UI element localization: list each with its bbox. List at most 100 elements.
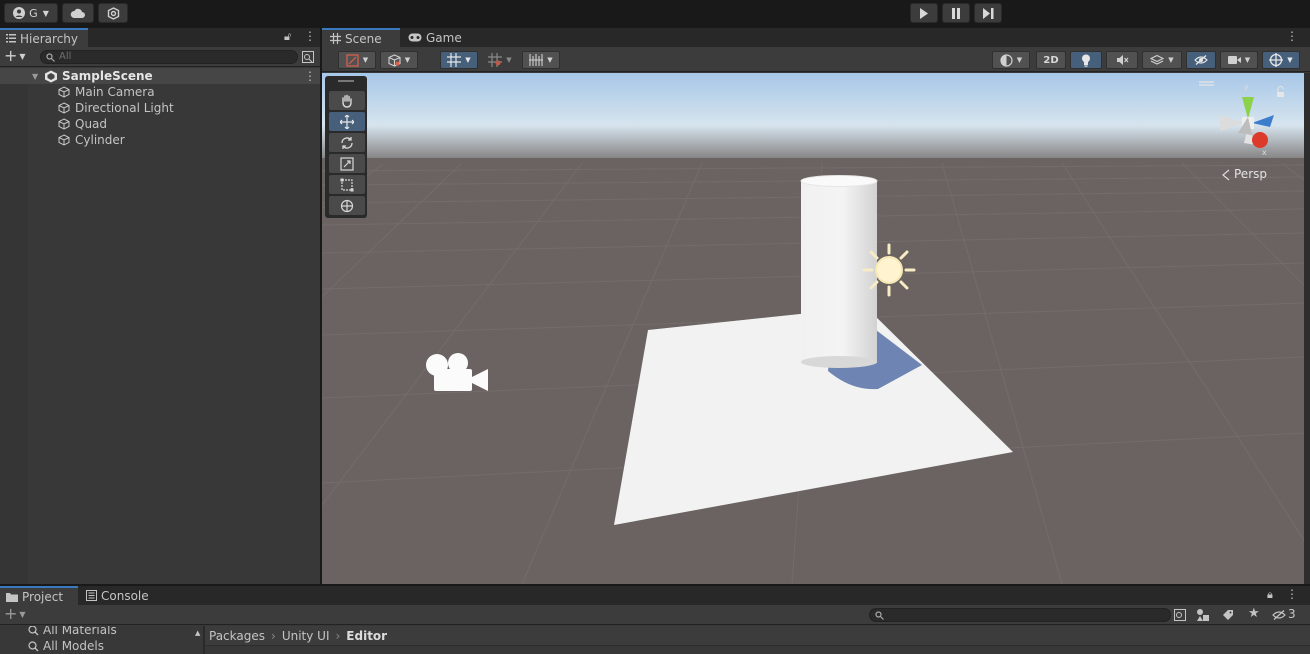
- account-dropdown[interactable]: G ▼: [4, 3, 58, 23]
- search-icon: [28, 626, 39, 635]
- search-filter-icon[interactable]: [1174, 609, 1186, 621]
- breadcrumb-item[interactable]: Packages: [209, 629, 265, 643]
- camera-settings-dropdown[interactable]: ▼: [1220, 51, 1258, 69]
- lock-icon[interactable]: 🔒︎: [1267, 588, 1273, 602]
- eye-hidden-icon: [1194, 55, 1208, 65]
- toggle-2d-button[interactable]: 2D: [1036, 51, 1066, 69]
- breadcrumb: Packages › Unity UI › Editor: [205, 626, 1310, 646]
- tool-palette: [325, 76, 367, 218]
- lock-icon[interactable]: 🔓︎: [284, 30, 291, 44]
- pause-icon: [952, 7, 960, 19]
- gizmos-dropdown[interactable]: ▼: [1262, 51, 1300, 69]
- eye-hidden-icon[interactable]: [1272, 610, 1286, 620]
- filter-by-type-icon[interactable]: [1196, 608, 1210, 622]
- search-icon: [875, 611, 884, 620]
- hidden-objects-toggle[interactable]: [1186, 51, 1216, 69]
- move-tool-button[interactable]: [329, 112, 365, 131]
- favorite-star-icon[interactable]: ★: [1248, 606, 1260, 621]
- step-button[interactable]: [974, 3, 1002, 23]
- chevron-down-icon: ▼: [506, 56, 512, 64]
- collab-button[interactable]: [98, 3, 128, 23]
- scene-render: y x: [322, 73, 1304, 584]
- kebab-menu-icon[interactable]: ⋮: [1286, 29, 1298, 43]
- scene-name: SampleScene: [62, 69, 153, 83]
- scene-row[interactable]: ▼ SampleScene ⋮: [0, 68, 320, 84]
- orientation-dropdown[interactable]: ▼: [992, 51, 1030, 69]
- kebab-menu-icon[interactable]: ⋮: [304, 29, 316, 43]
- tab-hierarchy[interactable]: Hierarchy: [0, 28, 88, 47]
- hierarchy-item-label: Directional Light: [75, 101, 174, 115]
- breadcrumb-item[interactable]: Unity UI: [282, 629, 330, 643]
- search-icon: [28, 640, 39, 651]
- sphere-icon: [1000, 53, 1013, 67]
- create-button[interactable]: + ▼: [4, 606, 26, 623]
- hierarchy-item-directional-light[interactable]: Directional Light: [0, 100, 320, 116]
- render-mode-dropdown[interactable]: ▼: [380, 51, 418, 69]
- chevron-down-icon: ▼: [19, 609, 26, 619]
- hierarchy-panel: Hierarchy 🔓︎ ⋮ + ▼ All ▼ SampleScene ⋮ Ma…: [0, 28, 320, 584]
- account-label: G: [29, 6, 38, 20]
- grid-icon: [330, 33, 341, 44]
- breadcrumb-current[interactable]: Editor: [346, 629, 387, 643]
- draw-mode-dropdown[interactable]: ▼: [338, 51, 376, 69]
- tree-item-all-materials[interactable]: All Materials: [28, 626, 117, 638]
- expand-arrow-icon[interactable]: ▼: [32, 72, 38, 81]
- project-panel: Project Console 🔒︎ ⋮ + ▼ ★ 3 All Material…: [0, 586, 1310, 654]
- rect-tool-button[interactable]: [329, 175, 365, 194]
- lighting-toggle[interactable]: [1070, 51, 1102, 69]
- viewport-edge: [1304, 73, 1310, 584]
- grid-snap-dropdown[interactable]: ▼: [440, 51, 478, 69]
- chevron-down-icon: ▼: [465, 56, 471, 64]
- label-tag-icon[interactable]: [1222, 609, 1234, 621]
- search-placeholder: All: [59, 51, 72, 62]
- hierarchy-toolbar: + ▼ All: [0, 47, 320, 67]
- play-button[interactable]: [910, 3, 938, 23]
- move-arrows-icon: [340, 114, 354, 129]
- tab-console[interactable]: Console: [80, 586, 160, 605]
- transform-tool-button[interactable]: [329, 196, 365, 215]
- persp-label[interactable]: Persp: [1234, 167, 1267, 181]
- video-camera-icon: [1227, 56, 1241, 64]
- increment-snap-dropdown[interactable]: ▼: [482, 51, 518, 69]
- align-dropdown[interactable]: ▼: [522, 51, 560, 69]
- cylinder-object[interactable]: [801, 181, 877, 363]
- scroll-up-arrow-icon[interactable]: ▲: [195, 629, 203, 639]
- chevron-down-icon: ▼: [1244, 56, 1251, 64]
- tree-item-all-models[interactable]: All Models: [28, 638, 104, 654]
- hidden-packages-count: 3: [1288, 607, 1296, 621]
- project-search-input[interactable]: [869, 608, 1171, 622]
- add-button[interactable]: + ▼: [4, 48, 26, 64]
- scene-viewport[interactable]: y x Persp: [322, 73, 1304, 584]
- cloud-button[interactable]: [62, 3, 94, 23]
- kebab-menu-icon[interactable]: ⋮: [304, 69, 316, 83]
- search-filter-icon[interactable]: [302, 51, 314, 63]
- chevron-down-icon: ▼: [19, 51, 26, 61]
- tab-console-label: Console: [101, 588, 149, 603]
- scale-tool-button[interactable]: [329, 154, 365, 173]
- pause-button[interactable]: [942, 3, 970, 23]
- hierarchy-item-cylinder[interactable]: Cylinder: [0, 132, 320, 148]
- drag-handle-icon[interactable]: [338, 80, 354, 82]
- layers-effects-icon: [1150, 54, 1165, 65]
- tab-game[interactable]: Game: [402, 28, 468, 47]
- account-icon: [13, 7, 26, 19]
- tab-project[interactable]: Project: [0, 586, 78, 605]
- directional-light-gizmo[interactable]: [862, 243, 916, 297]
- hierarchy-item-main-camera[interactable]: Main Camera: [0, 84, 320, 100]
- lightbulb-icon: [1082, 54, 1090, 67]
- hierarchy-search-input[interactable]: All: [40, 50, 298, 64]
- list-icon: [6, 34, 16, 43]
- hierarchy-item-quad[interactable]: Quad: [0, 116, 320, 132]
- gizmo-axis-x-label: x: [1262, 148, 1267, 157]
- gamepad-icon: [408, 33, 422, 42]
- rotate-tool-button[interactable]: [329, 133, 365, 152]
- effects-dropdown[interactable]: ▼: [1142, 51, 1182, 69]
- gizmo-axis-y-label: y: [1244, 82, 1249, 91]
- hand-icon: [342, 94, 352, 108]
- kebab-menu-icon[interactable]: ⋮: [1286, 587, 1298, 601]
- increment-snap-icon: [488, 53, 503, 67]
- audio-toggle[interactable]: [1106, 51, 1138, 69]
- hierarchy-item-label: Quad: [75, 117, 108, 131]
- hand-tool-button[interactable]: [329, 91, 365, 110]
- tab-scene[interactable]: Scene: [322, 28, 400, 47]
